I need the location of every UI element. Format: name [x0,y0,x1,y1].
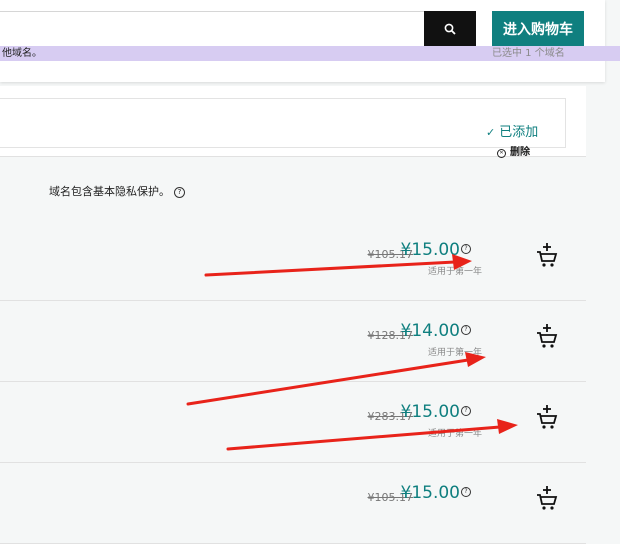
discount-price: ¥14.00? [401,321,471,341]
go-to-cart-button[interactable]: 进入购物车 [492,11,584,47]
price-info-icon[interactable]: ? [461,406,471,416]
price-value: ¥14.00 [400,321,460,341]
selected-domain-row: ✓ 已添加 ✕ 删除 [0,98,566,158]
domain-result-row: ¥105.17 ¥15.00? [0,463,586,544]
check-icon: ✓ [486,126,496,139]
price-period: 适用于第一年 [427,348,482,358]
discount-price: ¥15.00? [401,483,471,503]
hint-text: 他域名。 [2,48,42,59]
price-value: ¥15.00 [400,483,460,503]
domain-result-row: ¥128.17 ¥14.00? 适用于第一年 [0,301,586,382]
add-to-cart-icon[interactable] [535,242,559,268]
discount-price: ¥15.00? [401,240,471,260]
selected-domain-card: ✓ 已添加 ✕ 删除 [0,86,586,158]
help-icon[interactable]: ? [174,187,185,198]
add-to-cart-icon[interactable] [535,404,559,430]
price-info-icon[interactable]: ? [461,487,471,497]
discount-price: ¥15.00? [401,402,471,422]
added-label: 已添加 [499,125,539,140]
selection-hint-bar: 他域名。 已选中 1 个域名 [0,46,620,61]
remove-circle-icon: ✕ [497,149,506,158]
search-icon [444,23,456,35]
price-info-icon[interactable]: ? [461,325,471,335]
add-to-cart-icon[interactable] [535,323,559,349]
price-value: ¥15.00 [400,240,460,260]
search-button[interactable] [424,11,476,47]
price-period: 适用于第一年 [427,429,482,439]
privacy-note: 域名包含基本隐私保护。? [49,183,185,199]
add-to-cart-icon[interactable] [535,485,559,511]
remove-label: 删除 [510,147,530,158]
selected-count: 已选中 1 个域名 [492,48,565,59]
price-value: ¥15.00 [400,402,460,422]
price-info-icon[interactable]: ? [461,244,471,254]
privacy-note-text: 域名包含基本隐私保护。 [49,185,170,198]
remove-button[interactable]: ✕ 删除 [497,143,530,158]
price-period: 适用于第一年 [427,267,482,277]
domain-search-input[interactable] [0,11,425,47]
added-status: ✓ 已添加 [486,121,538,140]
domain-result-row: ¥105.17 ¥15.00? 适用于第一年 [0,220,586,301]
domain-result-row: ¥283.17 ¥15.00? 适用于第一年 [0,382,586,463]
